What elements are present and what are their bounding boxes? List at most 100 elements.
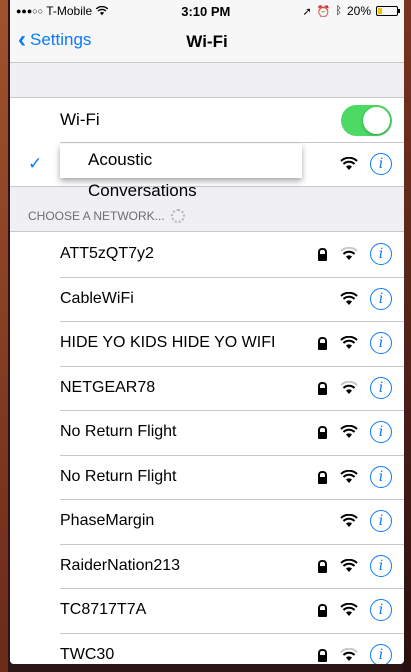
status-bar: ●●●○○ T-Mobile 3:10 PM ➚ ⏰ ᛒ 20% xyxy=(10,0,404,22)
status-time: 3:10 PM xyxy=(181,3,231,19)
lock-icon xyxy=(316,381,328,395)
lock-shackle xyxy=(318,381,327,390)
connected-network-name-line2: Conversations xyxy=(88,181,197,200)
wifi-icon xyxy=(340,469,358,483)
network-name: NETGEAR78 xyxy=(60,378,156,396)
lock-icon xyxy=(316,247,328,262)
toggle-knob xyxy=(363,106,390,134)
lock-shackle xyxy=(318,470,327,479)
network-row[interactable]: No Return Flight i xyxy=(10,454,404,500)
loading-spinner-icon xyxy=(170,209,185,223)
network-icons: i xyxy=(316,465,392,488)
network-icons: i xyxy=(316,421,392,444)
alarm-icon: ⏰ xyxy=(316,5,331,18)
wifi-icon xyxy=(340,647,358,661)
wifi-toggle-row: Wi-Fi xyxy=(10,98,404,142)
network-name: TWC30 xyxy=(60,645,115,663)
network-icons: i xyxy=(316,376,392,399)
info-icon[interactable]: i xyxy=(370,287,392,310)
wifi-icon xyxy=(340,291,358,305)
battery-fill xyxy=(378,8,382,14)
network-name: HIDE YO KIDS HIDE YO WIFI xyxy=(60,334,276,352)
network-row[interactable]: RaiderNation213 i xyxy=(10,543,404,589)
network-name: No Return Flight xyxy=(60,423,177,441)
network-list: ATT5zQT7y2 i CableWiFi i HIDE YO KIDS HIDE Y… xyxy=(10,231,404,664)
lock-shackle xyxy=(318,337,327,346)
battery-icon xyxy=(376,6,400,16)
info-icon[interactable]: i xyxy=(370,510,392,533)
network-name: No Return Flight xyxy=(60,467,177,485)
connected-network-name-popup: Acoustic xyxy=(60,144,302,178)
network-icons: i xyxy=(316,599,392,622)
lock-shackle xyxy=(318,248,327,257)
wifi-icon xyxy=(340,336,358,350)
wifi-icon xyxy=(340,603,358,617)
network-row[interactable]: HIDE YO KIDS HIDE YO WIFI i xyxy=(10,321,404,366)
carrier-label: T-Mobile xyxy=(46,4,93,18)
wifi-icon xyxy=(340,425,358,439)
info-icon[interactable]: i xyxy=(370,376,392,399)
lock-shackle xyxy=(318,559,327,568)
info-icon[interactable]: i xyxy=(370,643,392,664)
wifi-icon xyxy=(340,380,358,394)
battery-percent: 20% xyxy=(346,4,371,18)
lock-icon xyxy=(316,336,328,351)
section-header: CHOOSE A NETWORK... xyxy=(10,187,404,231)
lock-icon xyxy=(316,648,328,662)
network-row[interactable]: No Return Flight i xyxy=(10,410,404,455)
lock-icon xyxy=(316,425,328,440)
navigation-bar: ‹ Settings Wi-Fi xyxy=(10,22,404,63)
wifi-icon xyxy=(340,247,358,261)
network-row[interactable]: PhaseMargin i xyxy=(10,499,404,544)
lock-icon xyxy=(316,470,328,484)
location-icon: ➚ xyxy=(302,5,312,18)
info-icon[interactable]: i xyxy=(370,243,392,266)
network-row[interactable]: TWC30 i xyxy=(10,632,404,664)
lock-shackle xyxy=(318,426,327,435)
section-header-label: CHOOSE A NETWORK... xyxy=(28,209,165,223)
info-icon[interactable]: i xyxy=(370,153,392,175)
info-icon[interactable]: i xyxy=(370,599,392,622)
background-edge-left xyxy=(0,0,8,672)
phone-screen: ●●●○○ T-Mobile 3:10 PM ➚ ⏰ ᛒ 20% ‹ Setti… xyxy=(10,0,404,664)
info-icon[interactable]: i xyxy=(370,465,392,488)
wifi-settings-group: Wi-Fi ✓ i Acoustic Conversations xyxy=(10,97,404,200)
network-icons: i xyxy=(316,554,392,577)
background-edge-right xyxy=(403,0,411,672)
info-icon[interactable]: i xyxy=(370,554,392,577)
network-icons: i xyxy=(316,332,392,355)
status-right: ➚ ⏰ ᛒ 20% xyxy=(302,4,400,18)
lock-icon xyxy=(316,559,328,573)
wifi-icon xyxy=(340,558,358,572)
network-row[interactable]: NETGEAR78 i xyxy=(10,365,404,411)
wifi-icon xyxy=(340,514,358,528)
network-row[interactable]: TC8717T7A i xyxy=(10,588,404,633)
wifi-icon xyxy=(340,157,358,170)
wifi-toggle-label: Wi-Fi xyxy=(60,110,100,129)
network-icons: i xyxy=(340,510,392,533)
lock-shackle xyxy=(318,604,327,613)
connected-network-row[interactable]: ✓ i Acoustic Conversations xyxy=(10,142,404,200)
network-name: RaiderNation213 xyxy=(60,556,181,574)
wifi-toggle-switch[interactable] xyxy=(341,104,392,136)
lock-shackle xyxy=(318,648,327,657)
network-name: TC8717T7A xyxy=(60,601,147,619)
network-name: CableWiFi xyxy=(60,289,134,307)
network-icons: i xyxy=(340,287,392,310)
network-name: PhaseMargin xyxy=(60,512,155,530)
network-row[interactable]: CableWiFi i xyxy=(10,276,404,322)
signal-strength: ●●●○○ xyxy=(16,6,44,16)
wifi-status-icon xyxy=(95,6,109,16)
page-title: Wi-Fi xyxy=(186,32,228,51)
network-row[interactable]: ATT5zQT7y2 i xyxy=(10,232,404,277)
lock-icon xyxy=(316,603,328,618)
network-icons: i xyxy=(316,643,392,664)
network-name: ATT5zQT7y2 xyxy=(60,245,154,263)
network-icons: i xyxy=(316,243,392,266)
info-icon[interactable]: i xyxy=(370,421,392,444)
status-left: ●●●○○ T-Mobile xyxy=(16,4,109,18)
section-spacer xyxy=(10,63,404,97)
bluetooth-icon: ᛒ xyxy=(335,5,342,17)
info-icon[interactable]: i xyxy=(370,332,392,355)
connected-network-icons: i xyxy=(340,153,392,175)
